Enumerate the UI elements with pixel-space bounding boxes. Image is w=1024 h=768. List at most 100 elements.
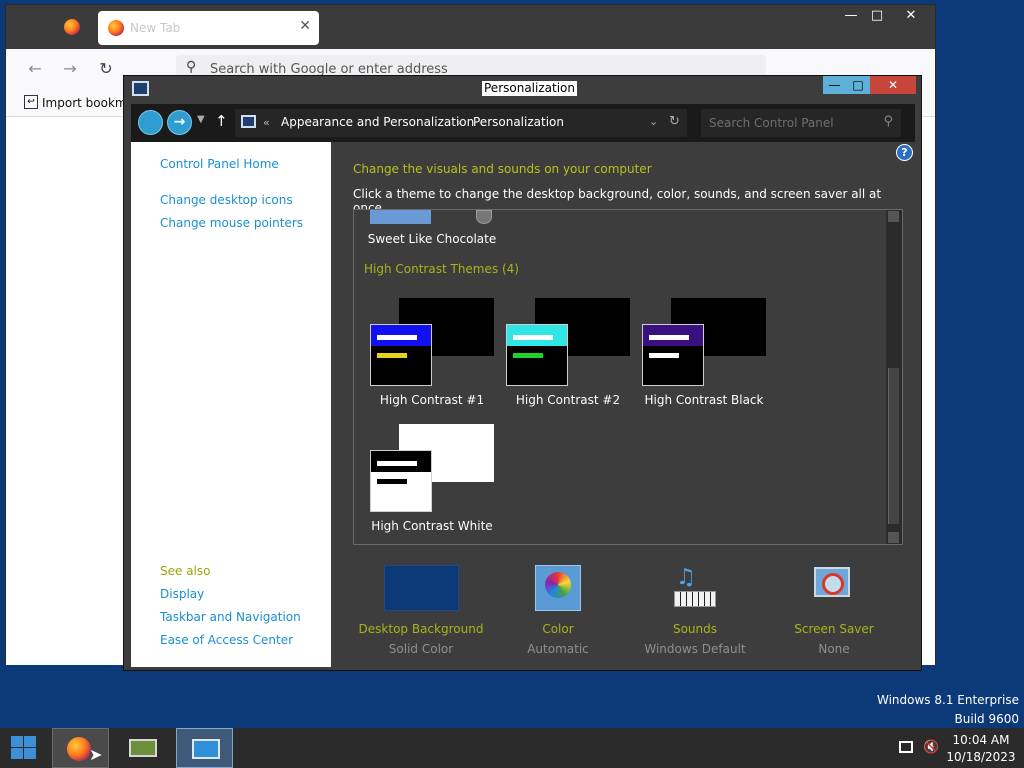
windows-logo-pane — [11, 748, 23, 759]
start-button[interactable] — [11, 736, 37, 760]
control-panel-path-icon — [241, 115, 256, 128]
theme-list-scrollbar[interactable] — [886, 210, 902, 544]
personalization-window: Personalization — □ ✕ → ▼ ↑ « Appearance… — [123, 75, 922, 671]
sound-disc-icon — [476, 210, 492, 224]
scroll-down-button[interactable] — [888, 532, 899, 543]
screen-saver-link[interactable]: Screen Saver — [759, 622, 909, 636]
taskbar-control-panel[interactable] — [176, 728, 233, 768]
firefox-close-button[interactable]: ✕ — [897, 7, 925, 25]
theme-preview-front — [506, 324, 568, 386]
search-icon[interactable]: ⚲ — [883, 114, 893, 129]
sounds-link[interactable]: Sounds — [620, 622, 770, 636]
volume-muted-icon[interactable]: 🔇 — [923, 740, 939, 755]
search-control-panel[interactable]: Search Control Panel ⚲ — [701, 109, 901, 137]
recent-locations-chevron-icon[interactable]: ▼ — [197, 114, 205, 125]
desktop-background-link[interactable]: Desktop Background — [346, 622, 496, 636]
theme-label: High Contrast #2 — [515, 393, 621, 407]
theme-preview-front — [370, 450, 432, 512]
clock-date: 10/18/2023 — [946, 750, 1016, 764]
preview-bar — [377, 335, 417, 340]
scroll-up-button[interactable] — [888, 211, 899, 222]
firefox-tab-new-tab[interactable]: New Tab ✕ — [98, 11, 319, 45]
reload-icon[interactable]: ↻ — [95, 59, 117, 79]
forward-arrow-icon[interactable]: → — [59, 59, 81, 79]
scroll-thumb[interactable] — [888, 368, 899, 524]
sounds-icon: ♫ — [670, 565, 720, 611]
taskbar: ➤ 🔇 10:04 AM 10/18/2023 — [0, 728, 1024, 768]
preview-bar — [377, 479, 407, 484]
sweet-like-chocolate-thumbnail[interactable] — [370, 210, 431, 224]
taskbar-navigation-link[interactable]: Taskbar and Navigation — [160, 610, 301, 624]
search-input[interactable]: Search Control Panel — [709, 116, 834, 130]
color-icon — [535, 565, 581, 611]
change-desktop-icons-link[interactable]: Change desktop icons — [160, 193, 293, 207]
theme-label: High Contrast White — [371, 519, 493, 533]
os-build-text: Build 9600 — [954, 712, 1019, 726]
close-tab-icon[interactable]: ✕ — [299, 18, 311, 34]
preview-bar — [513, 335, 553, 340]
sounds-setting[interactable]: ♫ Sounds Windows Default — [620, 565, 770, 656]
see-also-heading: See also — [160, 564, 211, 578]
search-icon: ⚲ — [186, 59, 197, 75]
keyboard-graphic — [674, 591, 716, 607]
taskbar-explorer[interactable] — [114, 728, 171, 768]
breadcrumb-appearance[interactable]: Appearance and Personalization — [281, 115, 474, 129]
main-content: ? Change the visuals and sounds on your … — [331, 142, 915, 667]
screen-saver-icon — [810, 565, 858, 611]
clock[interactable]: 10:04 AM 10/18/2023 — [944, 733, 1018, 764]
theme-label: High Contrast Black — [644, 393, 764, 407]
preview-bar — [649, 335, 689, 340]
address-toolbar: → ▼ ↑ « Appearance and Personalization ›… — [131, 104, 915, 142]
up-arrow-icon[interactable]: ↑ — [215, 112, 228, 130]
back-arrow-icon[interactable]: ← — [24, 59, 46, 79]
left-nav-pane: Control Panel Home Change desktop icons … — [131, 142, 331, 667]
windows-logo-pane — [24, 736, 36, 747]
windows-logo-icon — [11, 736, 23, 747]
help-button[interactable]: ? — [896, 144, 913, 161]
address-bar[interactable]: « Appearance and Personalization › Perso… — [235, 109, 687, 137]
firefox-tab-title: New Tab — [130, 21, 181, 35]
minimize-button[interactable]: — — [823, 76, 846, 94]
screen-saver-value: None — [818, 642, 850, 656]
page-heading: Change the visuals and sounds on your co… — [353, 162, 652, 176]
import-icon: ↩ — [24, 95, 38, 109]
firefox-icon[interactable] — [64, 19, 80, 35]
theme-preview-front — [370, 324, 432, 386]
desktop-background-value: Solid Color — [388, 642, 454, 656]
preview-bar — [649, 353, 679, 358]
color-setting[interactable]: Color Automatic — [483, 565, 633, 656]
file-explorer-icon — [129, 739, 157, 757]
network-icon[interactable] — [899, 741, 913, 753]
maximize-button[interactable]: □ — [846, 76, 870, 94]
firefox-tabbar: New Tab ✕ — □ ✕ — [6, 5, 935, 49]
theme-label[interactable]: Sweet Like Chocolate — [362, 232, 502, 246]
no-symbol-icon — [822, 573, 844, 595]
color-link[interactable]: Color — [483, 622, 633, 636]
firefox-minimize-button[interactable]: — — [837, 7, 865, 25]
close-button[interactable]: ✕ — [870, 76, 916, 94]
forward-button[interactable]: → — [167, 110, 192, 135]
breadcrumb-personalization[interactable]: Personalization — [473, 115, 564, 129]
theme-preview-front — [642, 324, 704, 386]
firefox-maximize-button[interactable]: □ — [863, 7, 891, 25]
ease-of-access-link[interactable]: Ease of Access Center — [160, 633, 293, 647]
taskbar-firefox[interactable]: ➤ — [52, 728, 109, 768]
color-wheel — [545, 572, 571, 598]
music-note-icon: ♫ — [676, 565, 696, 590]
path-overflow[interactable]: « — [263, 116, 270, 129]
control-panel-home-link[interactable]: Control Panel Home — [160, 157, 279, 171]
change-mouse-pointers-link[interactable]: Change mouse pointers — [160, 216, 303, 230]
control-panel-icon — [192, 739, 220, 759]
window-titlebar[interactable]: Personalization — □ ✕ — [124, 76, 921, 102]
back-button[interactable] — [138, 110, 163, 135]
refresh-icon[interactable]: ↻ — [669, 114, 680, 129]
display-link[interactable]: Display — [160, 587, 204, 601]
firefox-tab-icon — [108, 20, 124, 36]
breadcrumb-separator[interactable]: › — [457, 116, 461, 129]
desktop-background-setting[interactable]: Desktop Background Solid Color — [346, 565, 496, 656]
desktop-background-icon — [383, 565, 459, 611]
screen-saver-setting[interactable]: Screen Saver None — [759, 565, 909, 656]
firefox-icon — [67, 737, 91, 761]
color-value: Automatic — [527, 642, 589, 656]
address-dropdown-icon[interactable]: ⌄ — [649, 115, 658, 128]
